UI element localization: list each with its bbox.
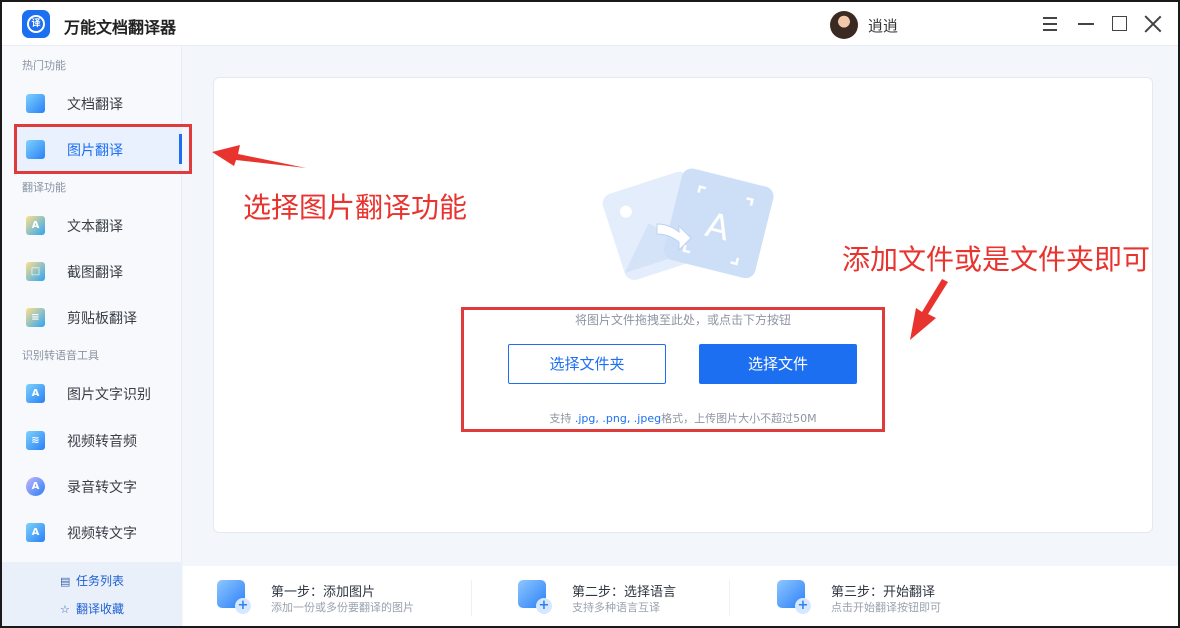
task-list-link[interactable]: ▤ 任务列表 (60, 572, 124, 589)
sidebar-item-ocr[interactable]: A 图片文字识别 (14, 371, 182, 415)
step-desc: 支持多种语言互译 (572, 601, 660, 614)
upload-dropzone[interactable]: A 将图片文件拖拽至此处，或点击下方按钮 选择文件夹 选择文件 支持 .jpg,… (213, 77, 1153, 533)
title-bar: 译 万能文档翻译器 逍逍 (2, 2, 1178, 46)
step-divider (729, 580, 730, 616)
step-desc: 点击开始翻译按钮即可 (831, 601, 941, 614)
maximize-icon[interactable] (1107, 12, 1131, 36)
section-title-recognition: 识别转语音工具 (22, 349, 99, 362)
favorites-link[interactable]: ☆ 翻译收藏 (60, 600, 124, 617)
sidebar-item-screenshot-translate[interactable]: □ 截图翻译 (14, 249, 182, 293)
close-icon[interactable] (1141, 12, 1165, 36)
sidebar-item-label: 录音转文字 (67, 480, 137, 496)
add-image-icon: + (217, 580, 251, 614)
app-logo-icon: 译 (22, 10, 50, 38)
sidebar-item-recording-to-text[interactable]: A 录音转文字 (14, 464, 182, 508)
sidebar-item-clipboard-translate[interactable]: ≡ 剪贴板翻译 (14, 295, 182, 339)
sidebar-item-text-translate[interactable]: A 文本翻译 (14, 203, 182, 247)
step-desc: 添加一份或多份要翻译的图片 (271, 601, 414, 614)
step-title: 第一步：添加图片 (271, 585, 376, 600)
sidebar-item-video-to-text[interactable]: A 视频转文字 (14, 510, 182, 554)
sidebar-item-label: 剪贴板翻译 (67, 311, 137, 327)
clipboard-icon: ≡ (26, 308, 45, 327)
recording-icon: A (26, 477, 45, 496)
video-audio-icon: ≋ (26, 431, 45, 450)
menu-icon[interactable] (1038, 12, 1062, 36)
screenshot-icon: □ (26, 262, 45, 281)
image-translate-illustration-icon: A (602, 168, 774, 280)
start-translate-icon: + (777, 580, 811, 614)
section-title-translate: 翻译功能 (22, 181, 66, 194)
sidebar-item-document-translate[interactable]: 文档翻译 (14, 81, 182, 125)
annotation-box-image-translate (14, 124, 192, 174)
sidebar-item-label: 截图翻译 (67, 265, 123, 281)
sidebar-item-label: 图片文字识别 (67, 387, 151, 403)
username[interactable]: 逍逍 (868, 15, 898, 36)
app-logo-glyph: 译 (27, 15, 45, 33)
sidebar-footer: ▤ 任务列表 ☆ 翻译收藏 (2, 562, 182, 626)
star-icon: ☆ (60, 603, 70, 616)
step-title: 第三步：开始翻译 (831, 585, 936, 600)
sidebar-item-label: 视频转音频 (67, 434, 137, 450)
text-icon: A (26, 216, 45, 235)
video-text-icon: A (26, 523, 45, 542)
app-title: 万能文档翻译器 (64, 18, 177, 37)
section-title-hot: 热门功能 (22, 59, 66, 72)
document-icon (26, 94, 45, 113)
minimize-icon[interactable] (1074, 12, 1098, 36)
select-language-icon: + (518, 580, 552, 614)
user-avatar[interactable] (830, 11, 858, 39)
steps-bar: + 第一步：添加图片 添加一份或多份要翻译的图片 + 第二步：选择语言 支持多种… (183, 566, 1178, 626)
annotation-box-upload-buttons (461, 307, 885, 432)
annotation-text-right: 添加文件或是文件夹即可 (842, 243, 1151, 276)
ocr-icon: A (26, 384, 45, 403)
step-divider (471, 580, 472, 616)
sidebar-item-video-to-audio[interactable]: ≋ 视频转音频 (14, 418, 182, 462)
app-window: 译 万能文档翻译器 逍逍 热门功能 文档翻译 图片翻译 翻译功能 A 文本翻译 … (0, 0, 1180, 628)
task-list-label: 任务列表 (76, 574, 125, 588)
annotation-text-left: 选择图片翻译功能 (243, 191, 468, 224)
sidebar-item-label: 视频转文字 (67, 526, 137, 542)
sidebar-item-label: 文本翻译 (67, 219, 123, 235)
sidebar-item-label: 文档翻译 (67, 97, 123, 113)
favorites-label: 翻译收藏 (76, 602, 125, 616)
step-title: 第二步：选择语言 (572, 585, 677, 600)
list-icon: ▤ (60, 575, 71, 588)
